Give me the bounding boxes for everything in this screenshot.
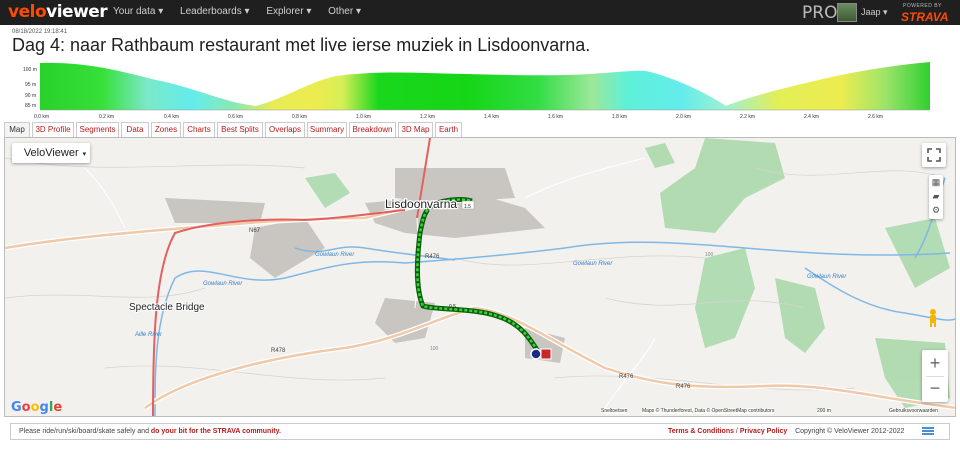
nav-your-data[interactable]: Your data ▾: [113, 6, 163, 17]
avatar[interactable]: [837, 3, 857, 22]
powered-by-label: POWERED BY: [903, 3, 942, 9]
zoom-control: + −: [922, 350, 948, 402]
elev-xtick: 2.6 km: [868, 114, 883, 120]
tab-zones[interactable]: Zones: [151, 122, 181, 137]
strava-logo[interactable]: STRAVA: [901, 10, 949, 24]
footer-links: Terms & Conditions / Privacy Policy Copy…: [668, 424, 904, 439]
elev-xtick: 0.6 km: [228, 114, 243, 120]
footer-safety-text: Please ride/run/ski/board/skate safely a…: [19, 424, 281, 439]
layers-icon[interactable]: ▰: [929, 189, 943, 203]
map-tools-panel: ▦ ▰ ⚙: [929, 175, 943, 219]
tab-segments[interactable]: Segments: [76, 122, 119, 137]
rivers: [154, 177, 955, 416]
pro-badge: PRO: [802, 3, 838, 23]
tab-breakdown[interactable]: Breakdown: [349, 122, 396, 137]
elevation-fill: [40, 62, 930, 110]
elev-ytick-100: 100 m: [23, 67, 37, 73]
zoom-out-button[interactable]: −: [922, 377, 948, 402]
map-label-river: Gowlaun River: [573, 261, 613, 267]
veloviewer-logo[interactable]: veloviewer: [8, 2, 108, 22]
tab-best-splits[interactable]: Best Splits: [217, 122, 263, 137]
map-label-road: N67: [249, 228, 261, 234]
tab-data[interactable]: Data: [121, 122, 149, 137]
gear-icon[interactable]: ⚙: [929, 203, 943, 217]
tab-earth[interactable]: Earth: [435, 122, 462, 137]
map-label-contour: 100: [430, 346, 439, 352]
map-layer-select-value: VeloViewer: [23, 147, 79, 159]
scale-bar: 200 m: [817, 408, 831, 414]
logo-text-velo: velo: [8, 2, 47, 22]
nav-explorer[interactable]: Explorer ▾: [266, 6, 311, 17]
keyboard-shortcuts-link[interactable]: Sneltoetsen: [601, 408, 628, 414]
fullscreen-button[interactable]: [922, 143, 946, 167]
tab-3d-map[interactable]: 3D Map: [398, 122, 433, 137]
elev-xtick: 0.8 km: [292, 114, 307, 120]
map-label-road: R476: [619, 374, 634, 380]
map-label-town: Lisdoonvarna: [385, 197, 457, 211]
elev-ytick-85: 85 m: [25, 103, 36, 109]
footer-safety-plain: Please ride/run/ski/board/skate safely a…: [19, 428, 151, 435]
finish-flag-icon[interactable]: [540, 348, 552, 360]
km-marker: 0.5: [449, 304, 456, 310]
elev-xtick: 2.0 km: [676, 114, 691, 120]
tab-map[interactable]: Map: [4, 122, 30, 137]
logo-text-viewer: viewer: [46, 2, 108, 22]
built-up-areas: [165, 168, 565, 363]
footer: Please ride/run/ski/board/skate safely a…: [10, 423, 950, 440]
map-label-river: Gowlaun River: [203, 281, 243, 287]
map-attribution: Maps © Thunderforest, Data © OpenStreetM…: [642, 408, 775, 414]
elev-xtick: 1.2 km: [420, 114, 435, 120]
map-label-road: R476: [676, 384, 691, 390]
page-title: Dag 4: naar Rathbaum restaurant met live…: [12, 35, 591, 55]
user-menu[interactable]: Jaap ▾: [861, 7, 888, 18]
privacy-link[interactable]: Privacy Policy: [740, 428, 787, 435]
elev-xtick: 0.2 km: [99, 114, 114, 120]
elev-xtick: 2.4 km: [804, 114, 819, 120]
terms-link[interactable]: Terms & Conditions: [668, 428, 734, 435]
grid-icon[interactable]: ▦: [929, 175, 943, 189]
pegman-icon[interactable]: [927, 308, 939, 328]
main-road: [152, 138, 431, 416]
start-marker[interactable]: [530, 348, 542, 360]
minor-roads: [84, 157, 656, 409]
elevation-profile[interactable]: 100 m 95 m 90 m 85 m 0.0 km 0.2 km 0.4 k…: [6, 58, 936, 122]
map-view[interactable]: 1.5 0.5 Lisdoonvarna Spectacle Bridge Go…: [4, 137, 956, 417]
elev-xtick: 1.0 km: [356, 114, 371, 120]
nav-other[interactable]: Other ▾: [328, 6, 361, 17]
top-nav-bar: veloviewer Your data ▾ Leaderboards ▾ Ex…: [0, 0, 960, 25]
elev-xtick: 2.2 km: [740, 114, 755, 120]
elev-ytick-95: 95 m: [25, 82, 36, 88]
terms-of-use-link[interactable]: Gebruiksvoorwaarden: [889, 408, 938, 414]
google-logo[interactable]: Google: [11, 400, 62, 415]
map-label-river: Aille River: [134, 332, 163, 338]
language-flag-icon[interactable]: [922, 427, 934, 436]
map-label-bridge: Spectacle Bridge: [129, 302, 205, 313]
map-layer-select[interactable]: VeloViewer ▾: [12, 143, 90, 163]
fullscreen-icon: [927, 148, 941, 162]
elev-xtick: 1.8 km: [612, 114, 627, 120]
map-canvas[interactable]: 1.5 0.5 Lisdoonvarna Spectacle Bridge Go…: [5, 138, 956, 417]
main-nav: Your data ▾ Leaderboards ▾ Explorer ▾ Ot…: [113, 6, 375, 17]
elev-xtick: 1.6 km: [548, 114, 563, 120]
map-label-river: Gowlaun River: [807, 274, 847, 280]
map-label-road: R476: [425, 254, 440, 260]
tab-3d-profile[interactable]: 3D Profile: [32, 122, 74, 137]
nav-leaderboards[interactable]: Leaderboards ▾: [180, 6, 250, 17]
elev-xtick: 0.4 km: [164, 114, 179, 120]
tab-charts[interactable]: Charts: [183, 122, 215, 137]
elev-xtick: 0.0 km: [34, 114, 49, 120]
zoom-in-button[interactable]: +: [922, 350, 948, 376]
copyright-text: Copyright © VeloViewer 2012-2022: [795, 428, 905, 435]
km-marker: 1.5: [464, 204, 471, 210]
footer-strava-community-link[interactable]: do your bit for the STRAVA community.: [151, 428, 281, 435]
map-label-contour: 100: [705, 252, 714, 258]
tab-summary[interactable]: Summary: [307, 122, 347, 137]
elev-ytick-90: 90 m: [25, 93, 36, 99]
tab-overlaps[interactable]: Overlaps: [265, 122, 305, 137]
map-label-river: Gowlaun River: [315, 252, 355, 258]
elev-xtick: 1.4 km: [484, 114, 499, 120]
map-label-road: R478: [271, 348, 286, 354]
chevron-down-icon: ▾: [82, 151, 87, 158]
